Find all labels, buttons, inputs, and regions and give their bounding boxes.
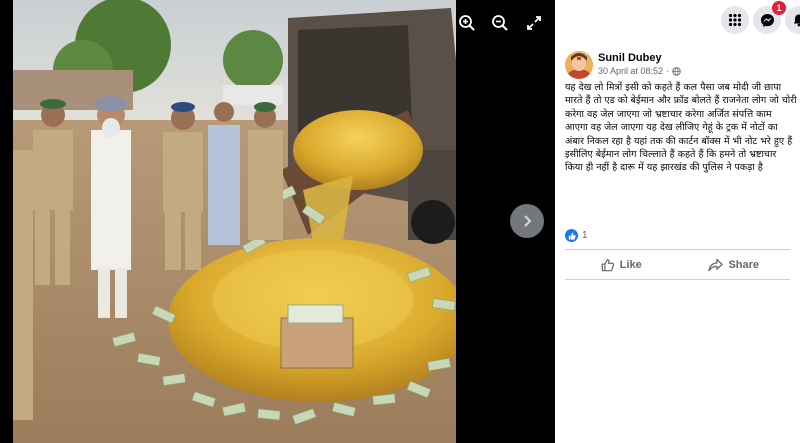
post-actions: Like Share xyxy=(565,251,790,279)
next-photo-button[interactable] xyxy=(510,204,544,238)
zoom-in-button[interactable] xyxy=(454,10,480,36)
zoom-out-icon xyxy=(492,15,508,31)
photo-viewer xyxy=(0,0,555,443)
divider xyxy=(565,249,790,250)
post-panel: 1 Sunil Dubey 30 April at 08:52 · यह देख… xyxy=(555,0,800,443)
notifications-button[interactable] xyxy=(785,6,800,34)
globe-icon xyxy=(672,66,681,76)
like-label: Like xyxy=(619,259,642,271)
like-reaction-icon xyxy=(565,229,578,242)
reaction-count: 1 xyxy=(582,230,588,241)
fullscreen-button[interactable] xyxy=(521,10,547,36)
post-photo xyxy=(13,0,456,443)
top-bar: 1 xyxy=(555,0,800,40)
like-icon xyxy=(601,258,614,272)
divider xyxy=(565,279,790,280)
fullscreen-icon xyxy=(527,16,541,30)
zoom-out-button[interactable] xyxy=(487,10,513,36)
share-button[interactable]: Share xyxy=(678,251,791,279)
reaction-summary[interactable]: 1 xyxy=(565,229,588,242)
messenger-icon xyxy=(760,13,774,27)
post-text: यह देख लो मित्रों इसी को कहते हैं कल पैस… xyxy=(565,82,797,174)
grid-menu-icon xyxy=(728,13,742,27)
messenger-badge: 1 xyxy=(772,1,786,15)
messenger-button[interactable]: 1 xyxy=(753,1,786,34)
bell-icon xyxy=(793,14,800,27)
like-button[interactable]: Like xyxy=(565,251,678,279)
photo-illustration xyxy=(13,0,456,443)
avatar[interactable] xyxy=(565,51,593,79)
share-icon xyxy=(708,258,724,272)
post-header: Sunil Dubey 30 April at 08:52 · xyxy=(565,51,795,81)
share-label: Share xyxy=(728,259,760,271)
author-name[interactable]: Sunil Dubey xyxy=(598,52,662,64)
post-meta: 30 April at 08:52 · xyxy=(598,66,681,76)
thumbs-up-icon xyxy=(568,232,576,240)
avatar-image xyxy=(565,51,593,79)
chevron-right-icon xyxy=(524,215,532,227)
post-timestamp[interactable]: 30 April at 08:52 xyxy=(598,66,663,76)
zoom-in-icon xyxy=(459,15,475,31)
menu-button[interactable] xyxy=(721,6,749,34)
